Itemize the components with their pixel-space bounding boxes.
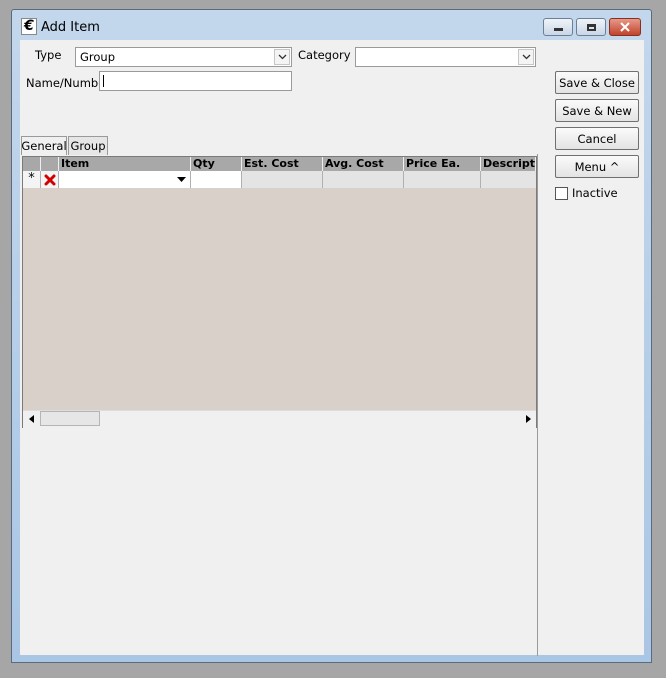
type-combo[interactable]: Group <box>75 47 292 67</box>
avg-cost-cell <box>323 171 404 188</box>
tab-general[interactable]: General <box>21 136 67 155</box>
name-number-label: Name/Number <box>26 76 110 90</box>
category-combo[interactable] <box>355 47 536 67</box>
delete-column-header <box>41 157 59 171</box>
chevron-down-icon[interactable] <box>274 49 290 65</box>
menu-button[interactable]: Menu ^ <box>555 155 639 178</box>
text-caret <box>103 75 104 87</box>
scroll-left-button[interactable] <box>24 411 39 426</box>
name-number-input[interactable] <box>99 71 292 91</box>
save-close-button[interactable]: Save & Close <box>555 71 639 94</box>
column-header-description[interactable]: Descriptio <box>481 157 536 171</box>
column-header-item[interactable]: Item <box>59 157 191 171</box>
minimize-button[interactable] <box>543 18 573 36</box>
item-cell-combo[interactable] <box>59 171 191 188</box>
description-cell <box>481 171 536 188</box>
type-label: Type <box>35 48 62 62</box>
restore-icon <box>586 23 596 31</box>
save-new-button[interactable]: Save & New <box>555 99 639 122</box>
maximize-button[interactable] <box>576 18 606 36</box>
app-icon: € <box>21 18 37 35</box>
group-items-grid <box>22 156 537 428</box>
chevron-down-icon[interactable] <box>518 49 534 65</box>
minimize-icon <box>553 27 563 31</box>
delete-row-button[interactable] <box>41 171 59 188</box>
qty-cell[interactable] <box>191 171 242 188</box>
scroll-right-icon <box>526 414 531 423</box>
scroll-right-button[interactable] <box>521 411 536 426</box>
delete-x-icon <box>44 174 55 185</box>
category-label: Category <box>298 48 351 62</box>
tab-group[interactable]: Group <box>68 136 108 155</box>
cancel-button[interactable]: Cancel <box>555 127 639 150</box>
inactive-label: Inactive <box>572 186 618 200</box>
right-panel-divider <box>537 154 538 656</box>
column-header-avg-cost[interactable]: Avg. Cost <box>323 157 404 171</box>
scroll-left-icon <box>29 414 34 423</box>
row-selector-header <box>23 157 41 171</box>
scroll-thumb[interactable] <box>40 411 100 426</box>
column-header-price-each[interactable]: Price Ea. <box>404 157 481 171</box>
price-each-cell <box>404 171 481 188</box>
column-header-est-cost[interactable]: Est. Cost <box>242 157 323 171</box>
column-header-qty[interactable]: Qty <box>191 157 242 171</box>
inactive-checkbox[interactable] <box>555 187 568 200</box>
window-title: Add Item <box>41 20 100 35</box>
est-cost-cell <box>242 171 323 188</box>
new-row-marker: * <box>23 171 41 188</box>
close-icon <box>620 22 630 32</box>
close-button[interactable] <box>609 18 641 36</box>
type-value: Group <box>80 50 116 64</box>
dropdown-arrow-icon[interactable] <box>174 173 188 185</box>
